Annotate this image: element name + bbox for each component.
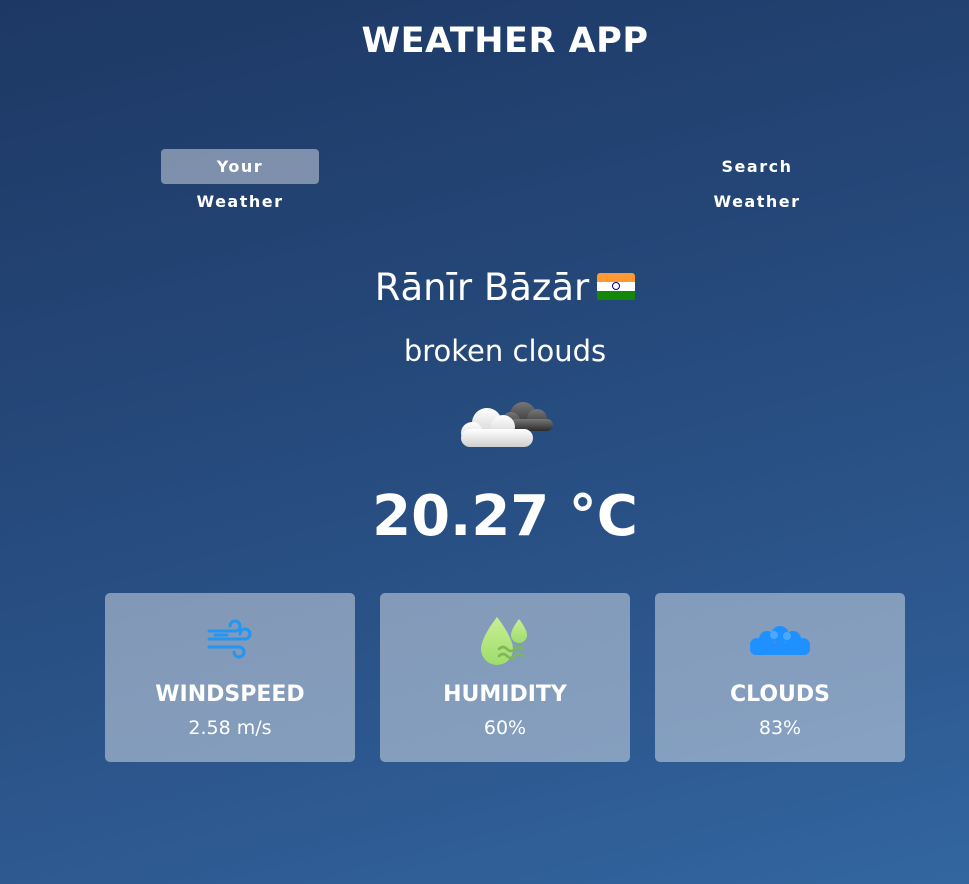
broken-clouds-icon xyxy=(455,393,559,455)
tab-your-weather[interactable]: Your Weather xyxy=(161,149,319,211)
windspeed-value: 2.58 m/s xyxy=(188,717,272,739)
humidity-card: HUMIDITY 60% xyxy=(380,593,630,762)
clouds-card: CLOUDS 83% xyxy=(655,593,905,762)
windspeed-label: WINDSPEED xyxy=(155,682,305,707)
windspeed-card: WINDSPEED 2.58 m/s xyxy=(105,593,355,762)
humidity-value: 60% xyxy=(483,717,527,739)
tab-search-weather[interactable]: Search Weather xyxy=(668,149,846,211)
app-title: WEATHER APP xyxy=(361,21,649,61)
humidity-label: HUMIDITY xyxy=(443,682,567,707)
city-heading: Rānīr Bāzār xyxy=(0,266,969,309)
temperature: 20.27 °C xyxy=(372,484,638,549)
humidity-icon xyxy=(380,615,630,671)
clouds-icon xyxy=(655,615,905,671)
wind-icon xyxy=(105,615,355,671)
clouds-value: 83% xyxy=(758,717,802,739)
clouds-label: CLOUDS xyxy=(729,682,831,707)
india-flag-icon xyxy=(597,272,636,301)
city-name: Rānīr Bāzār xyxy=(374,266,590,309)
weather-description: broken clouds xyxy=(403,334,607,368)
